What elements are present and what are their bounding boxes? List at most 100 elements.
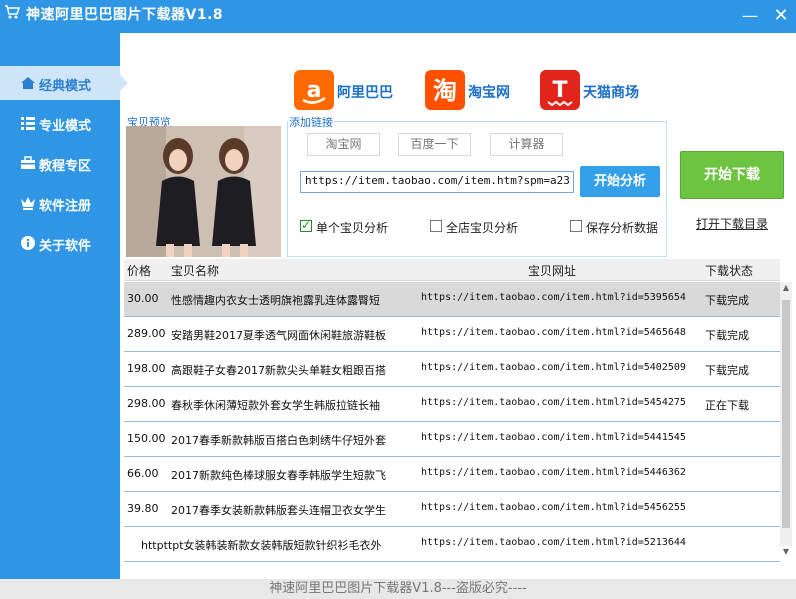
price-cell: 289.00 (127, 327, 166, 340)
single-item-checkbox[interactable]: 单个宝贝分析 (300, 218, 400, 235)
status-cell: 下载完成 (705, 364, 749, 377)
save-data-checkbox[interactable]: 保存分析数据 (570, 219, 665, 235)
add-link-label: 添加链接 (288, 114, 334, 130)
sidebar-item-register[interactable]: 软件注册 (0, 186, 120, 220)
calculator-quick-button[interactable]: 计算器 (490, 133, 563, 156)
name-cell: 安踏男鞋2017夏季透气网面休闲鞋旅游鞋板 (171, 329, 386, 342)
checkbox-label: 全店宝贝分析 (446, 221, 519, 235)
url-input[interactable]: https://item.taobao.com/item.htm?spm=a23 (300, 171, 574, 193)
info-icon (21, 236, 35, 250)
sidebar-item-label: 教程专区 (39, 159, 92, 174)
sidebar-item-tutorial[interactable]: 教程专区 (0, 146, 120, 180)
tmall-logo[interactable]: T 天猫商场 (540, 70, 645, 110)
url-cell: https://item.taobao.com/item.html?id=546… (421, 327, 686, 338)
whole-shop-checkbox[interactable]: 全店宝贝分析 (430, 219, 530, 235)
status-cell: 下载完成 (705, 329, 749, 342)
taobao-logo[interactable]: 淘 淘宝网 (425, 70, 520, 110)
table-scrollbar[interactable] (780, 282, 792, 546)
sidebar-item-label: 软件注册 (39, 199, 92, 214)
price-cell: 30.00 (127, 292, 159, 305)
table-row[interactable]: 289.00 安踏男鞋2017夏季透气网面休闲鞋旅游鞋板 https://ite… (124, 317, 780, 352)
sidebar-item-classic[interactable]: 经典模式 (0, 66, 128, 100)
taobao-label: 淘宝网 (468, 85, 510, 101)
table-row[interactable]: 150.00 2017春季新款韩版百搭白色刺绣牛仔短外套 https://ite… (124, 422, 780, 457)
taobao-quick-button[interactable]: 淘宝网 (307, 133, 380, 156)
table-row[interactable]: 298.00 春秋季休闲薄短款外套女学生韩版拉链长袖 https://item.… (124, 387, 780, 422)
alibaba-logo[interactable]: a 阿里巴巴 (294, 70, 404, 110)
name-cell: 性感情趣内衣女士透明旗袍露乳连体露臀短 (171, 294, 380, 307)
alibaba-label: 阿里巴巴 (337, 85, 393, 101)
checkbox-unchecked (430, 220, 442, 232)
price-cell: 198.00 (127, 362, 166, 375)
checkbox-label: 保存分析数据 (586, 221, 659, 235)
column-header-price[interactable]: 价格 (127, 262, 151, 279)
home-icon (21, 77, 35, 89)
list-icon (21, 117, 35, 130)
taobao-glyph: 淘 (433, 77, 457, 105)
sidebar-item-label: 经典模式 (39, 79, 92, 94)
tmall-label: 天猫商场 (583, 85, 639, 101)
name-cell: 高跟鞋子女春2017新款尖头单鞋女粗跟百搭 (171, 364, 386, 377)
cart-icon (5, 5, 20, 19)
table-row[interactable]: 39.80 2017春季女装新款韩版套头连帽卫衣女学生 https://item… (124, 492, 780, 527)
table-row[interactable]: 198.00 高跟鞋子女春2017新款尖头单鞋女粗跟百搭 https://ite… (124, 352, 780, 387)
column-header-status[interactable]: 下载状态 (705, 262, 753, 279)
name-cell: 2017春季新款韩版百搭白色刺绣牛仔短外套 (171, 434, 386, 447)
table-row[interactable]: 30.00 性感情趣内衣女士透明旗袍露乳连体露臀短 https://item.t… (124, 282, 780, 317)
window-title: 神速阿里巴巴图片下载器V1.8 (26, 7, 224, 23)
status-cell: 正在下载 (705, 399, 749, 412)
price-cell: 39.80 (127, 502, 159, 515)
scroll-down-arrow-icon[interactable]: ▼ (780, 546, 792, 558)
start-download-button[interactable]: 开始下载 (680, 151, 784, 199)
tmall-icon: T (547, 78, 573, 107)
url-cell: https://item.taobao.com/item.html?id=545… (421, 397, 686, 408)
tmall-logo-mark: T (540, 70, 580, 110)
sidebar-item-label: 专业模式 (39, 119, 92, 134)
url-cell: https://item.taobao.com/item.html?id=545… (421, 502, 686, 513)
crown-icon (21, 197, 35, 210)
price-cell: 298.00 (127, 397, 166, 410)
product-table: 30.00 性感情趣内衣女士透明旗袍露乳连体露臀短 https://item.t… (124, 282, 780, 562)
open-download-folder-link[interactable]: 打开下载目录 (696, 215, 768, 232)
name-cell: 2017新款纯色棒球服女春季韩版学生短款飞 (171, 469, 386, 482)
product-preview-image (126, 126, 281, 257)
checkbox-checked (300, 218, 312, 232)
url-cell: https://item.taobao.com/item.html?id=521… (421, 537, 686, 548)
status-footer: 神速阿里巴巴图片下载器V1.8---盗版必究---- (0, 579, 796, 599)
sidebar: 经典模式 专业模式 教程专区 软件注册 关于软件 (0, 33, 128, 579)
table-header: 价格 宝贝名称 宝贝网址 下载状态 (124, 259, 780, 281)
url-cell: https://item.taobao.com/item.html?id=544… (421, 432, 686, 443)
alibaba-icon: a (302, 78, 326, 104)
scrollbar-thumb[interactable] (782, 300, 790, 528)
baidu-quick-button[interactable]: 百度一下 (398, 133, 471, 156)
product-photo (126, 126, 281, 257)
price-cell: 150.00 (127, 432, 166, 445)
url-cell: https://item.taobao.com/item.html?id=540… (421, 362, 686, 373)
url-cell: https://item.taobao.com/item.html?id=539… (421, 292, 686, 303)
toolbox-icon (21, 156, 35, 169)
checkbox-label: 单个宝贝分析 (316, 221, 389, 235)
column-header-name[interactable]: 宝贝名称 (171, 262, 219, 279)
sidebar-item-label: 关于软件 (39, 239, 92, 254)
taobao-icon: 淘 (433, 77, 457, 105)
close-button[interactable]: ✕ (771, 6, 791, 26)
alibaba-glyph: a (307, 78, 322, 103)
column-header-url[interactable]: 宝贝网址 (528, 262, 576, 279)
alibaba-logo-mark: a (294, 70, 334, 110)
name-cell: 2017春季女装新款韩版套头连帽卫衣女学生 (171, 504, 386, 517)
start-analysis-button[interactable]: 开始分析 (580, 166, 660, 197)
title-bar: 神速阿里巴巴图片下载器V1.8 — ✕ (0, 0, 796, 33)
sidebar-item-pro[interactable]: 专业模式 (0, 106, 120, 140)
price-cell: 66.00 (127, 467, 159, 480)
scroll-up-arrow-icon[interactable]: ▲ (780, 282, 792, 294)
status-cell: 下载完成 (705, 294, 749, 307)
url-cell: https://item.taobao.com/item.html?id=544… (421, 467, 686, 478)
name-cell: httpttpt女装韩装新款女装韩版短款针织衫毛衣外 (141, 539, 382, 552)
table-row[interactable]: httpttpt女装韩装新款女装韩版短款针织衫毛衣外 https://item.… (124, 527, 780, 562)
tmall-glyph: T (552, 78, 567, 103)
sidebar-item-about[interactable]: 关于软件 (0, 226, 120, 260)
checkbox-unchecked (570, 220, 582, 232)
table-row[interactable]: 66.00 2017新款纯色棒球服女春季韩版学生短款飞 https://item… (124, 457, 780, 492)
minimize-button[interactable]: — (740, 6, 760, 26)
name-cell: 春秋季休闲薄短款外套女学生韩版拉链长袖 (171, 399, 380, 412)
